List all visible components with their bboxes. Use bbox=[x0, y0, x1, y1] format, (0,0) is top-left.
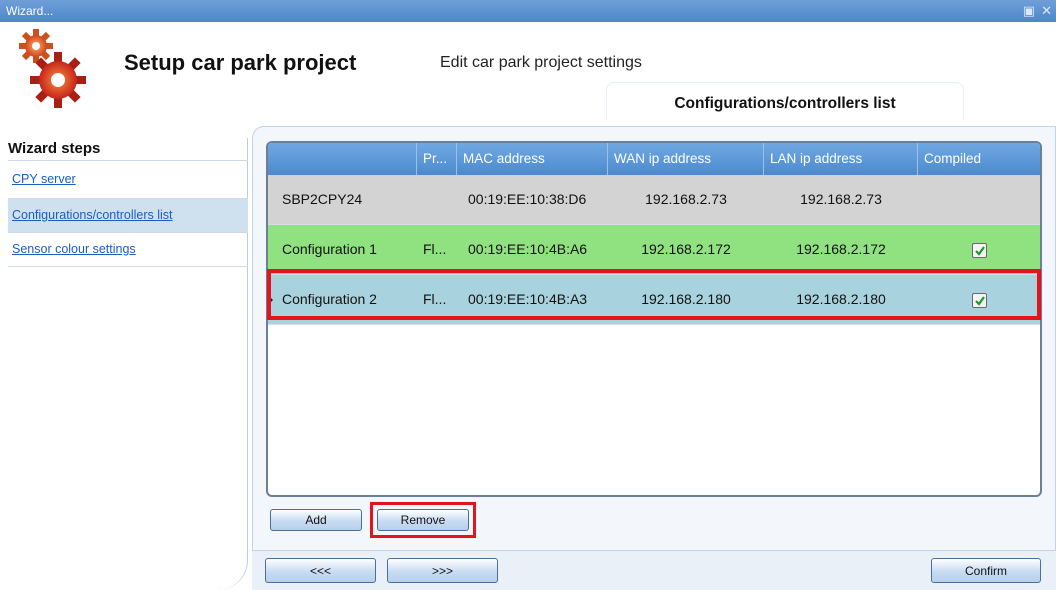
cell-wan: 192.168.2.172 bbox=[641, 241, 731, 257]
sidebar-item-label[interactable]: Configurations/controllers list bbox=[12, 208, 173, 222]
cell-lan: 192.168.2.180 bbox=[796, 291, 886, 307]
cell-wan: 192.168.2.73 bbox=[645, 191, 727, 207]
tab-configurations-controllers-list[interactable]: Configurations/controllers list bbox=[606, 82, 964, 120]
close-icon[interactable]: ✕ bbox=[1041, 3, 1052, 19]
sidebar-item-cpy-server[interactable]: CPY server bbox=[8, 161, 248, 199]
column-header-wan[interactable]: WAN ip address bbox=[608, 143, 764, 175]
gears-logo-icon bbox=[16, 28, 90, 116]
page-subtitle: Edit car park project settings bbox=[440, 54, 642, 71]
cell-mac: 00:19:EE:10:38:D6 bbox=[468, 191, 587, 207]
cell-name: Configuration 1 bbox=[282, 241, 377, 257]
compiled-checkbox[interactable] bbox=[972, 243, 987, 258]
sidebar-item-sensor-colour-settings[interactable]: Sensor colour settings bbox=[8, 233, 248, 267]
cell-name: SBP2CPY24 bbox=[282, 191, 363, 207]
compiled-checkbox[interactable] bbox=[972, 293, 987, 308]
next-button[interactable]: >>> bbox=[387, 558, 498, 583]
sidebar-item-label[interactable]: Sensor colour settings bbox=[12, 242, 136, 256]
column-header-compiled[interactable]: Compiled bbox=[918, 143, 1040, 175]
add-button[interactable]: Add bbox=[270, 509, 362, 531]
previous-button[interactable]: <<< bbox=[265, 558, 376, 583]
sidebar-item-label[interactable]: CPY server bbox=[12, 172, 76, 186]
cell-lan: 192.168.2.73 bbox=[800, 191, 882, 207]
column-header-protocol[interactable]: Pr... bbox=[417, 143, 457, 175]
window-titlebar: Wizard... ▣ ✕ bbox=[0, 0, 1056, 22]
table-row[interactable]: SBP2CPY24 00:19:EE:10:38:D6 192.168.2.73… bbox=[268, 175, 1040, 225]
cell-protocol bbox=[423, 175, 457, 225]
cell-protocol: Fl... bbox=[423, 241, 447, 257]
wizard-steps-title: Wizard steps bbox=[8, 140, 101, 157]
confirm-button[interactable]: Confirm bbox=[931, 558, 1041, 583]
page-title: Setup car park project bbox=[124, 50, 357, 75]
table-row[interactable]: Configuration 1 Fl... 00:19:EE:10:4B:A6 … bbox=[268, 225, 1040, 275]
sidebar-item-configurations-controllers-list[interactable]: Configurations/controllers list bbox=[8, 199, 248, 233]
cell-protocol: Fl... bbox=[423, 291, 447, 307]
restore-icon[interactable]: ▣ bbox=[1023, 3, 1035, 19]
column-header-lan[interactable]: LAN ip address bbox=[764, 143, 918, 175]
cell-mac: 00:19:EE:10:4B:A3 bbox=[468, 291, 588, 307]
column-header-name[interactable] bbox=[268, 143, 417, 175]
cell-lan: 192.168.2.172 bbox=[796, 241, 886, 257]
table-row-selected[interactable]: Configuration 2 Fl... 00:19:EE:10:4B:A3 … bbox=[268, 275, 1040, 325]
cell-mac: 00:19:EE:10:4B:A6 bbox=[468, 241, 588, 257]
cell-name: Configuration 2 bbox=[282, 291, 377, 307]
controllers-grid[interactable]: Pr... MAC address WAN ip address LAN ip … bbox=[266, 141, 1042, 497]
window-title: Wizard... bbox=[6, 4, 54, 18]
row-indicator-icon bbox=[268, 295, 273, 305]
column-header-mac[interactable]: MAC address bbox=[457, 143, 608, 175]
wizard-steps-panel: Wizard steps CPY server Configurations/c… bbox=[0, 138, 248, 590]
wizard-steps-list: CPY server Configurations/controllers li… bbox=[8, 160, 248, 267]
grid-header: Pr... MAC address WAN ip address LAN ip … bbox=[268, 143, 1040, 175]
remove-button[interactable]: Remove bbox=[377, 509, 469, 531]
cell-wan: 192.168.2.180 bbox=[641, 291, 731, 307]
window-controls: ▣ ✕ bbox=[1023, 3, 1052, 19]
